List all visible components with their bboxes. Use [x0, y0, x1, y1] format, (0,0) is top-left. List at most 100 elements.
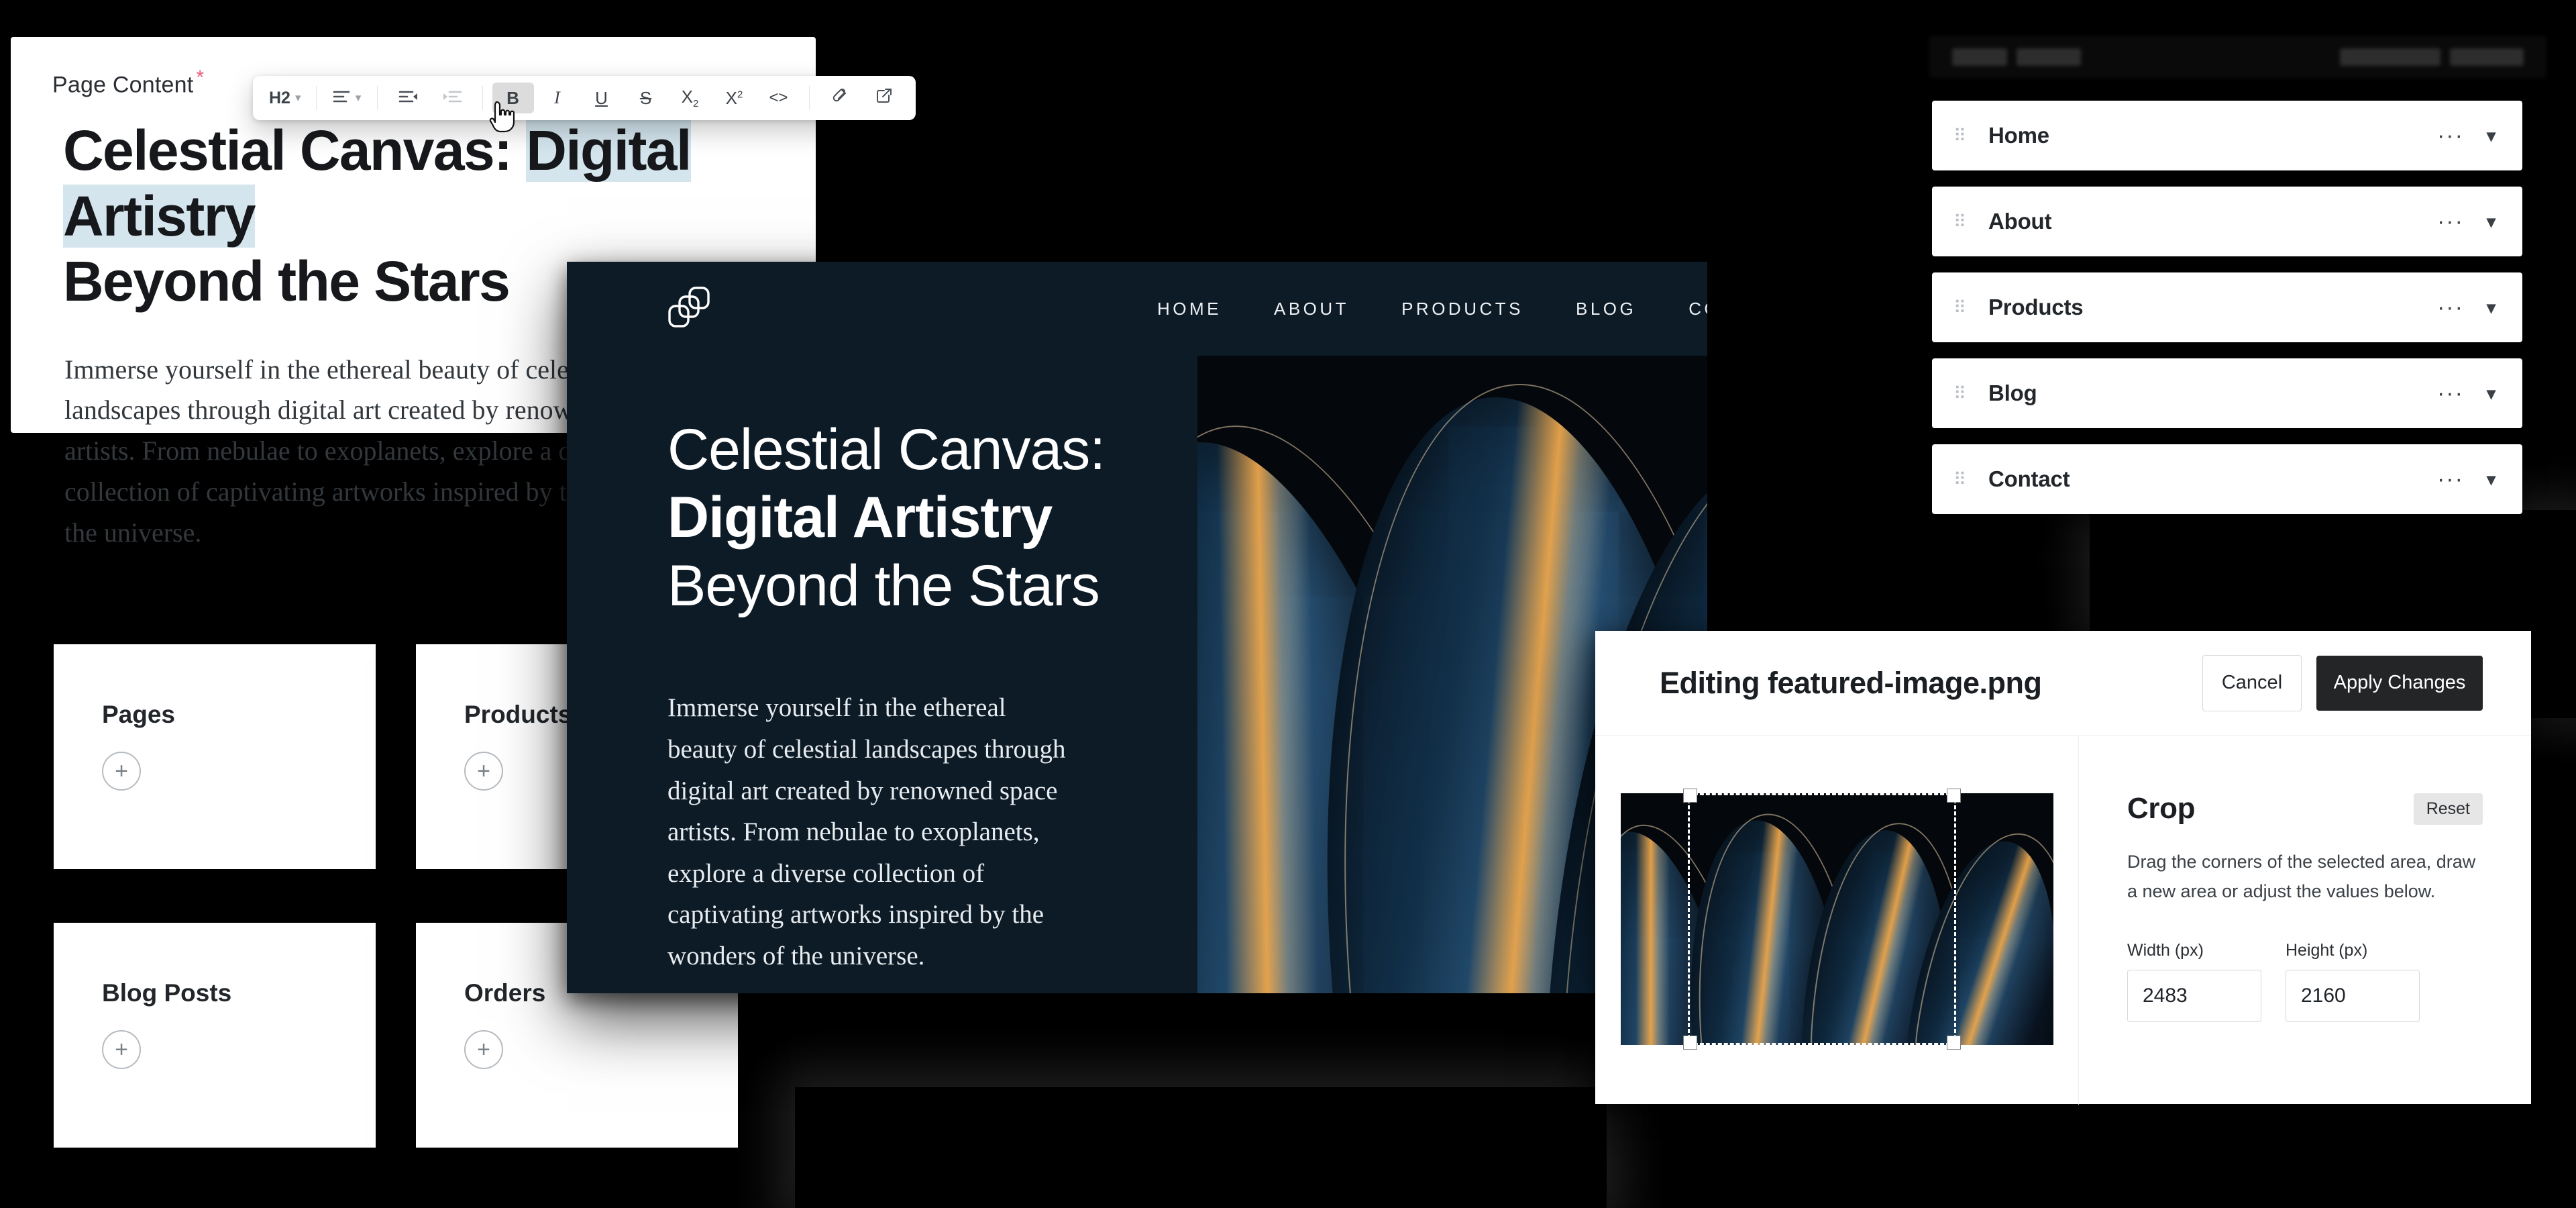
crop-header: Crop Reset — [2127, 792, 2483, 825]
ellipsis-icon[interactable]: ··· — [2437, 124, 2464, 147]
menu-item-row-products[interactable]: ⠿ Products ··· ▾ — [1932, 272, 2522, 342]
content-type-card-blog-posts[interactable]: Blog Posts + — [54, 923, 376, 1148]
hero-title-line-2: Digital Artistry — [667, 485, 1053, 550]
ellipsis-icon[interactable]: ··· — [2437, 468, 2464, 491]
superscript-icon: X2 — [725, 87, 743, 108]
block-style-label: H2 — [269, 88, 290, 107]
crop-handle-bottom-left[interactable] — [1682, 1036, 1697, 1050]
menu-item-label: Products — [1988, 295, 2084, 319]
crop-handle-top-left[interactable] — [1682, 789, 1697, 803]
apply-changes-button[interactable]: Apply Changes — [2316, 655, 2483, 711]
toolbar-divider — [482, 86, 483, 110]
card-title: Pages — [102, 701, 176, 728]
code-icon: <> — [769, 89, 788, 107]
menu-builder-header-right — [2340, 48, 2524, 66]
hero-title: Celestial Canvas: Digital Artistry Beyon… — [667, 416, 1197, 620]
crop-preview-image[interactable] — [1620, 789, 2053, 1050]
ellipsis-icon[interactable]: ··· — [2437, 296, 2464, 319]
menu-item-label: Blog — [1988, 381, 2037, 405]
image-editor-modal: Editing featured-image.png Cancel Apply … — [1595, 631, 2531, 1105]
toolbar-divider — [376, 86, 378, 110]
subscript-icon: X2 — [681, 86, 699, 110]
mouse-cursor-icon — [488, 101, 519, 136]
crop-width-label: Width (px) — [2127, 941, 2204, 960]
crop-handle-bottom-right[interactable] — [1946, 1036, 1961, 1050]
menu-item-label: About — [1988, 209, 2052, 234]
menu-item-actions: ··· ▾ — [2437, 382, 2496, 405]
chevron-down-icon[interactable]: ▾ — [2487, 211, 2496, 232]
hero-paragraph: Immerse yourself in the ethereal beauty … — [667, 693, 1066, 971]
italic-button[interactable]: I — [537, 83, 578, 113]
cancel-button[interactable]: Cancel — [2202, 654, 2302, 711]
ellipsis-icon[interactable]: ··· — [2437, 382, 2464, 405]
hero-nav-link-products[interactable]: PRODUCTS — [1401, 299, 1523, 319]
background-dark-plate-bottom — [795, 1087, 1607, 1208]
external-link-icon — [875, 87, 893, 109]
menu-item-label: Contact — [1988, 466, 2070, 491]
menu-item-actions: ··· ▾ — [2437, 124, 2496, 147]
card-title: Blog Posts — [102, 979, 232, 1007]
crop-width-input[interactable]: 2483 — [2127, 970, 2261, 1023]
crop-handle-top-right[interactable] — [1946, 789, 1961, 803]
strikethrough-icon: S — [639, 87, 652, 108]
menu-item-row-blog[interactable]: ⠿ Blog ··· ▾ — [1932, 358, 2522, 428]
hero-nav-link-about[interactable]: ABOUT — [1274, 299, 1349, 319]
italic-icon: I — [554, 88, 560, 107]
add-order-button[interactable]: + — [464, 1030, 503, 1069]
drag-handle-icon[interactable]: ⠿ — [1953, 299, 1971, 316]
add-pages-button[interactable]: + — [102, 752, 141, 791]
menu-builder-header-bar — [1929, 36, 2546, 78]
stacked-squares-logo-icon — [664, 284, 714, 334]
crop-reset-button[interactable]: Reset — [2413, 793, 2483, 825]
hero-nav-link-contact[interactable]: CONTACT — [1688, 299, 1707, 319]
underline-button[interactable]: U — [581, 83, 623, 113]
code-button[interactable]: <> — [758, 83, 800, 113]
menu-item-row-contact[interactable]: ⠿ Contact ··· ▾ — [1932, 444, 2522, 514]
chevron-down-icon[interactable]: ▾ — [2487, 383, 2496, 404]
ellipsis-icon[interactable]: ··· — [2437, 210, 2464, 233]
menu-item-actions: ··· ▾ — [2437, 468, 2496, 491]
modal-header: Editing featured-image.png Cancel Apply … — [1595, 631, 2531, 736]
underline-icon: U — [595, 87, 608, 108]
hero-nav-link-home[interactable]: HOME — [1157, 299, 1222, 319]
chevron-down-icon[interactable]: ▾ — [2487, 125, 2496, 146]
indent-button[interactable] — [431, 83, 473, 113]
menu-item-actions: ··· ▾ — [2437, 296, 2496, 319]
toolbar-divider — [315, 86, 317, 110]
crop-selection-box[interactable] — [1682, 789, 1961, 1050]
strikethrough-button[interactable]: S — [625, 83, 667, 113]
hero-text-column: Celestial Canvas: Digital Artistry Beyon… — [567, 356, 1197, 993]
align-left-icon — [332, 88, 351, 109]
drag-handle-icon[interactable]: ⠿ — [1953, 127, 1971, 144]
menu-builder-header-left — [1952, 48, 2081, 66]
hero-title-line-3: Beyond the Stars — [667, 553, 1100, 618]
menu-item-row-home[interactable]: ⠿ Home ··· ▾ — [1932, 101, 2522, 170]
link-icon — [831, 87, 849, 109]
crop-section-title: Crop — [2127, 792, 2196, 825]
link-button[interactable] — [819, 83, 861, 113]
add-products-button[interactable]: + — [464, 752, 503, 791]
modal-title: Editing featured-image.png — [1660, 665, 2042, 700]
crop-height-input[interactable]: 2160 — [2286, 970, 2420, 1023]
chevron-down-icon[interactable]: ▾ — [2487, 297, 2496, 318]
external-link-button[interactable] — [863, 83, 905, 113]
drag-handle-icon[interactable]: ⠿ — [1953, 213, 1971, 230]
content-type-card-pages[interactable]: Pages + — [54, 644, 376, 869]
hero-nav-link-blog[interactable]: BLOG — [1576, 299, 1636, 319]
outdent-button[interactable] — [387, 83, 429, 113]
superscript-button[interactable]: X2 — [714, 83, 755, 113]
add-blog-post-button[interactable]: + — [102, 1030, 141, 1069]
menu-builder-panel: ⠿ Home ··· ▾ ⠿ About ··· ▾ ⠿ Products ··… — [1929, 36, 2546, 540]
crop-preview-column — [1595, 736, 2079, 1105]
hero-nav-links: HOME ABOUT PRODUCTS BLOG CONTACT — [1157, 299, 1707, 319]
menu-item-list: ⠿ Home ··· ▾ ⠿ About ··· ▾ ⠿ Products ··… — [1932, 101, 2522, 530]
align-dropdown[interactable]: ▾ — [326, 83, 368, 113]
crop-dimension-fields: Width (px) 2483 Height (px) 2160 — [2127, 941, 2483, 1023]
menu-item-row-about[interactable]: ⠿ About ··· ▾ — [1932, 187, 2522, 256]
required-asterisk: * — [196, 66, 205, 89]
drag-handle-icon[interactable]: ⠿ — [1953, 470, 1971, 488]
subscript-button[interactable]: X2 — [669, 83, 711, 113]
drag-handle-icon[interactable]: ⠿ — [1953, 385, 1971, 402]
block-style-dropdown[interactable]: H2 ▾ — [264, 83, 307, 113]
chevron-down-icon[interactable]: ▾ — [2487, 469, 2496, 490]
